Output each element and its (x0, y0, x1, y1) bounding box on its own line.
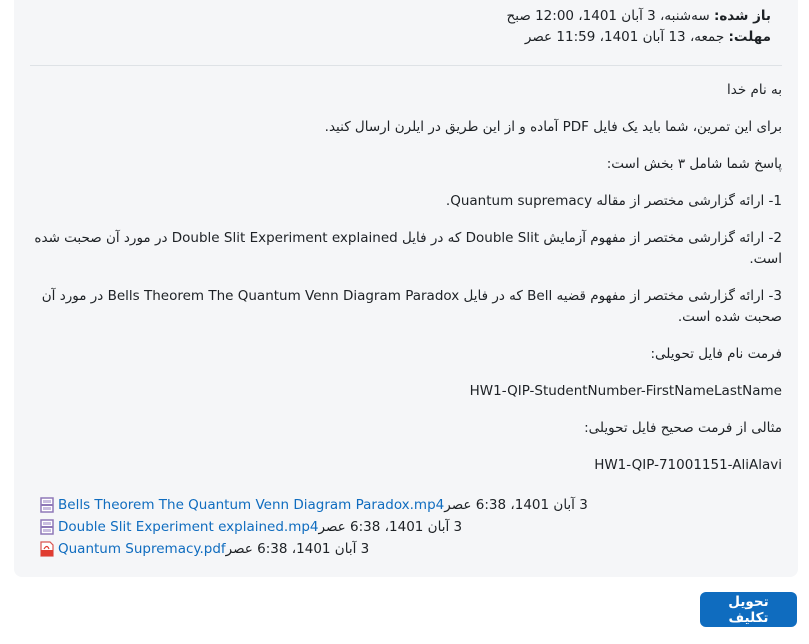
attachment-link[interactable]: Quantum Supremacy.pdf (58, 538, 226, 560)
attachment-link[interactable]: Double Slit Experiment explained.mp4 (58, 516, 319, 538)
assignment-description: به نام خدا برای این تمرین، شما باید یک ف… (30, 80, 782, 476)
assignment-card: باز شده: سه‌شنبه، 3 آبان 1401، 12:00 صبح… (14, 0, 798, 577)
due-label: مهلت: (728, 29, 771, 45)
paragraph-parts: پاسخ شما شامل ۳ بخش است: (606, 156, 782, 172)
paragraph-format-label: فرمت نام فایل تحویلی: (650, 346, 782, 362)
video-file-icon (36, 516, 58, 538)
attachment-link[interactable]: Bells Theorem The Quantum Venn Diagram P… (58, 494, 444, 516)
paragraph-format: HW1-QIP-StudentNumber-FirstNameLastName (469, 383, 782, 399)
assignment-page: باز شده: سه‌شنبه، 3 آبان 1401، 12:00 صبح… (0, 0, 809, 644)
due-value: جمعه، 13 آبان 1401، 11:59 عصر (524, 29, 725, 45)
attachment-item: Quantum Supremacy.pdf 3 آبان 1401، 6:38 … (30, 538, 768, 560)
divider (30, 65, 782, 66)
opened-date: باز شده: سه‌شنبه، 3 آبان 1401، 12:00 صبح (507, 6, 771, 27)
activity-dates: باز شده: سه‌شنبه، 3 آبان 1401، 12:00 صبح… (507, 6, 771, 48)
paragraph-example: HW1-QIP-71001151-AliAlavi (594, 457, 782, 473)
paragraph-example-label: مثالی از فرمت صحیح فایل تحویلی: (584, 420, 782, 436)
attachment-date: 3 آبان 1401، 6:38 عصر (444, 497, 588, 513)
paragraph-part-2: 2- ارائه گزارشی مختصر از مفهوم آزمایش Do… (34, 230, 782, 267)
attachment-date: 3 آبان 1401، 6:38 عصر (225, 541, 370, 557)
paragraph-instructions: برای این تمرین، شما باید یک فایل PDF آما… (324, 119, 782, 135)
pdf-file-icon (36, 538, 58, 560)
due-date: مهلت: جمعه، 13 آبان 1401، 11:59 عصر (507, 27, 771, 48)
opened-label: باز شده: (713, 8, 771, 24)
opened-value: سه‌شنبه، 3 آبان 1401، 12:00 صبح (506, 8, 710, 24)
paragraph-part-1: 1- ارائه گزارشی مختصر از مقاله Quantum s… (445, 193, 782, 209)
submit-assignment-button[interactable]: تحویل تکلیف (700, 592, 797, 627)
paragraph-part-3: 3- ارائه گزارشی مختصر از مفهوم قضیه Bell… (41, 288, 782, 325)
attachment-date: 3 آبان 1401، 6:38 عصر (318, 519, 463, 535)
attachment-item: Bells Theorem The Quantum Venn Diagram P… (30, 494, 768, 516)
paragraph-intro: به نام خدا (727, 82, 782, 98)
attachment-list: Bells Theorem The Quantum Venn Diagram P… (30, 494, 768, 560)
attachment-item: Double Slit Experiment explained.mp4 3 آ… (30, 516, 768, 538)
video-file-icon (36, 494, 58, 516)
